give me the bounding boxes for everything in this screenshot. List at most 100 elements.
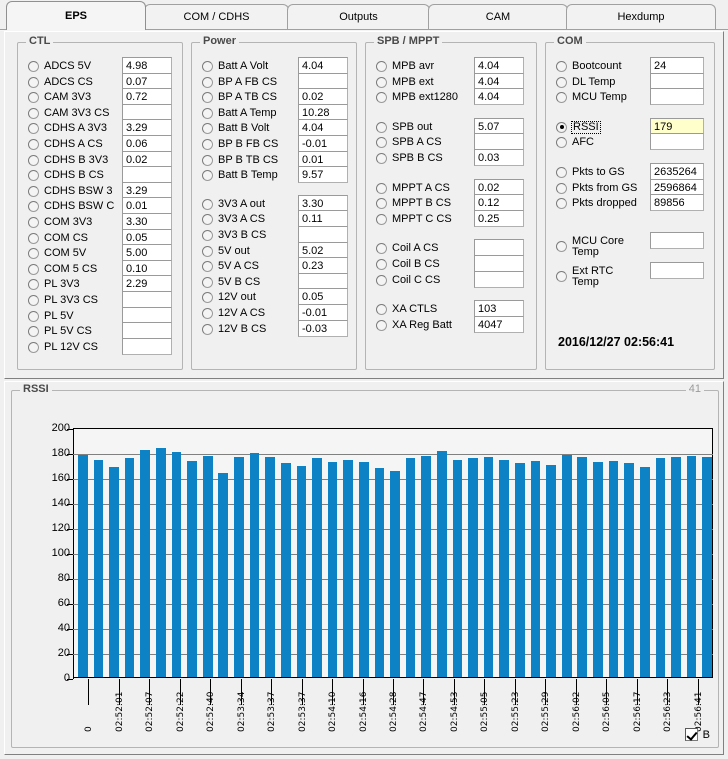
field-value-ext-rtc-temp[interactable] (650, 261, 704, 279)
field-row-5v-out[interactable]: 5V out (202, 244, 250, 259)
field-value-adcs-cs[interactable]: 0.07 (122, 72, 172, 90)
field-value-adcs-5v[interactable]: 4.98 (122, 57, 172, 74)
radio-button-icon[interactable] (202, 214, 213, 226)
field-value-com-3v3[interactable]: 3.30 (122, 213, 172, 230)
radio-button-icon[interactable] (202, 170, 213, 182)
field-row-mppt-c-cs[interactable]: MPPT C CS (376, 212, 452, 227)
radio-button-icon[interactable] (376, 182, 387, 194)
radio-button-icon[interactable] (376, 121, 387, 133)
radio-button-icon[interactable] (376, 137, 387, 149)
field-value-pl-3v3-cs[interactable] (122, 291, 172, 308)
radio-button-icon[interactable] (202, 154, 213, 166)
radio-button-icon[interactable] (28, 123, 39, 135)
radio-button-icon[interactable] (28, 61, 39, 72)
field-value-bootcount[interactable]: 24 (650, 57, 704, 74)
field-value-dl-temp[interactable] (650, 72, 704, 90)
radio-button-icon[interactable] (202, 245, 213, 257)
field-row-mcu-core-temp[interactable]: MCU Core Temp (556, 234, 624, 260)
radio-button-icon[interactable] (376, 243, 387, 255)
field-row-pkts-dropped[interactable]: Pkts dropped (556, 196, 637, 211)
radio-button-icon[interactable] (202, 92, 213, 104)
field-row-3v3-a-cs[interactable]: 3V3 A CS (202, 212, 265, 227)
radio-button-icon[interactable] (376, 76, 387, 88)
field-value-spb-out[interactable]: 5.07 (474, 117, 524, 135)
field-row-xa-ctls[interactable]: XA CTLS (376, 302, 437, 317)
field-row-batt-b-temp[interactable]: Batt B Temp (202, 168, 278, 183)
radio-button-icon[interactable] (28, 217, 39, 228)
field-row-cam-3v3[interactable]: CAM 3V3 (28, 90, 91, 105)
radio-button-icon[interactable] (376, 213, 387, 225)
field-value-cdhs-a-cs[interactable]: 0.06 (122, 135, 172, 152)
checkbox-icon[interactable] (684, 728, 698, 741)
field-value-batt-a-volt[interactable]: 4.04 (298, 57, 348, 74)
tab-outputs[interactable]: Outputs (287, 4, 430, 29)
field-row-12v-a-cs[interactable]: 12V A CS (202, 306, 265, 321)
field-value-com-cs[interactable]: 0.05 (122, 228, 172, 246)
field-row-3v3-b-cs[interactable]: 3V3 B CS (202, 228, 266, 243)
field-value-bp-b-fb-cs[interactable]: -0.01 (298, 135, 348, 152)
field-value-5v-out[interactable]: 5.02 (298, 241, 348, 259)
field-row-cdhs-b-3v3[interactable]: CDHS B 3V3 (28, 153, 108, 168)
radio-button-icon[interactable] (376, 92, 387, 104)
tab-com-cdhs[interactable]: COM / CDHS (144, 4, 289, 29)
field-value-spb-a-cs[interactable] (474, 133, 524, 151)
field-row-pl-5v[interactable]: PL 5V (28, 309, 74, 324)
radio-button-icon[interactable] (202, 107, 213, 119)
radio-button-icon[interactable] (556, 167, 567, 178)
radio-button-icon[interactable] (28, 341, 39, 353)
field-value-mpb-ext[interactable]: 4.04 (474, 72, 524, 90)
field-value-5v-a-cs[interactable]: 0.23 (298, 257, 348, 275)
field-value-3v3-b-cs[interactable] (298, 226, 348, 243)
radio-button-icon[interactable] (556, 182, 567, 194)
field-row-mcu-temp[interactable]: MCU Temp (556, 90, 627, 105)
tab-hexdump[interactable]: Hexdump (566, 4, 716, 29)
radio-button-icon[interactable] (28, 326, 39, 338)
field-row-bootcount[interactable]: Bootcount (556, 59, 622, 74)
field-value-cdhs-b-3v3[interactable]: 0.02 (122, 150, 172, 168)
field-row-mppt-a-cs[interactable]: MPPT A CS (376, 181, 450, 196)
field-row-com-5v[interactable]: COM 5V (28, 246, 86, 261)
field-value-pkts-to-gs[interactable]: 2635264 (650, 163, 704, 180)
field-row-adcs-cs[interactable]: ADCS CS (28, 75, 93, 90)
field-row-bp-a-fb-cs[interactable]: BP A FB CS (202, 75, 277, 90)
field-value-pl-5v-cs[interactable] (122, 322, 172, 340)
field-value-xa-reg-batt[interactable]: 4047 (474, 315, 524, 333)
field-value-cdhs-bsw-c[interactable]: 0.01 (122, 197, 172, 215)
field-row-mppt-b-cs[interactable]: MPPT B CS (376, 196, 451, 211)
radio-button-icon[interactable] (202, 323, 213, 335)
field-row-com-5-cs[interactable]: COM 5 CS (28, 262, 97, 277)
field-row-pl-3v3-cs[interactable]: PL 3V3 CS (28, 293, 98, 308)
tab-cam[interactable]: CAM (428, 4, 568, 29)
field-row-rssi[interactable]: RSSI (556, 120, 601, 135)
field-value-cdhs-a-3v3[interactable]: 3.29 (122, 119, 172, 137)
radio-button-icon[interactable] (28, 185, 39, 197)
field-row-coil-a-cs[interactable]: Coil A CS (376, 241, 438, 256)
radio-button-icon[interactable] (28, 295, 39, 306)
field-row-spb-a-cs[interactable]: SPB A CS (376, 135, 442, 150)
field-row-mpb-avr[interactable]: MPB avr (376, 59, 434, 74)
field-value-pkts-from-gs[interactable]: 2596864 (650, 178, 704, 196)
field-value-cdhs-b-cs[interactable] (122, 166, 172, 184)
field-row-coil-b-cs[interactable]: Coil B CS (376, 257, 440, 272)
field-row-pkts-from-gs[interactable]: Pkts from GS (556, 181, 637, 196)
field-value-afc[interactable] (650, 133, 704, 151)
radio-button-icon[interactable] (556, 241, 567, 253)
field-value-pl-3v3[interactable]: 2.29 (122, 275, 172, 293)
field-value-coil-a-cs[interactable] (474, 239, 524, 257)
field-row-com-cs[interactable]: COM CS (28, 231, 88, 246)
field-row-cdhs-bsw-3[interactable]: CDHS BSW 3 (28, 184, 112, 199)
field-row-bp-b-tb-cs[interactable]: BP B TB CS (202, 153, 278, 168)
field-row-pl-5v-cs[interactable]: PL 5V CS (28, 324, 92, 339)
field-row-adcs-5v[interactable]: ADCS 5V (28, 59, 91, 74)
field-row-dl-temp[interactable]: DL Temp (556, 75, 615, 90)
radio-button-icon[interactable] (28, 170, 39, 182)
field-value-cam-3v3[interactable]: 0.72 (122, 88, 172, 106)
radio-button-icon[interactable] (556, 121, 567, 133)
radio-button-icon[interactable] (28, 232, 39, 244)
radio-button-icon[interactable] (376, 274, 387, 286)
field-row-pl-3v3[interactable]: PL 3V3 (28, 277, 80, 292)
field-value-com-5v[interactable]: 5.00 (122, 244, 172, 262)
radio-button-icon[interactable] (28, 92, 39, 104)
radio-button-icon[interactable] (202, 308, 213, 319)
series-b-toggle[interactable]: B (684, 728, 710, 741)
